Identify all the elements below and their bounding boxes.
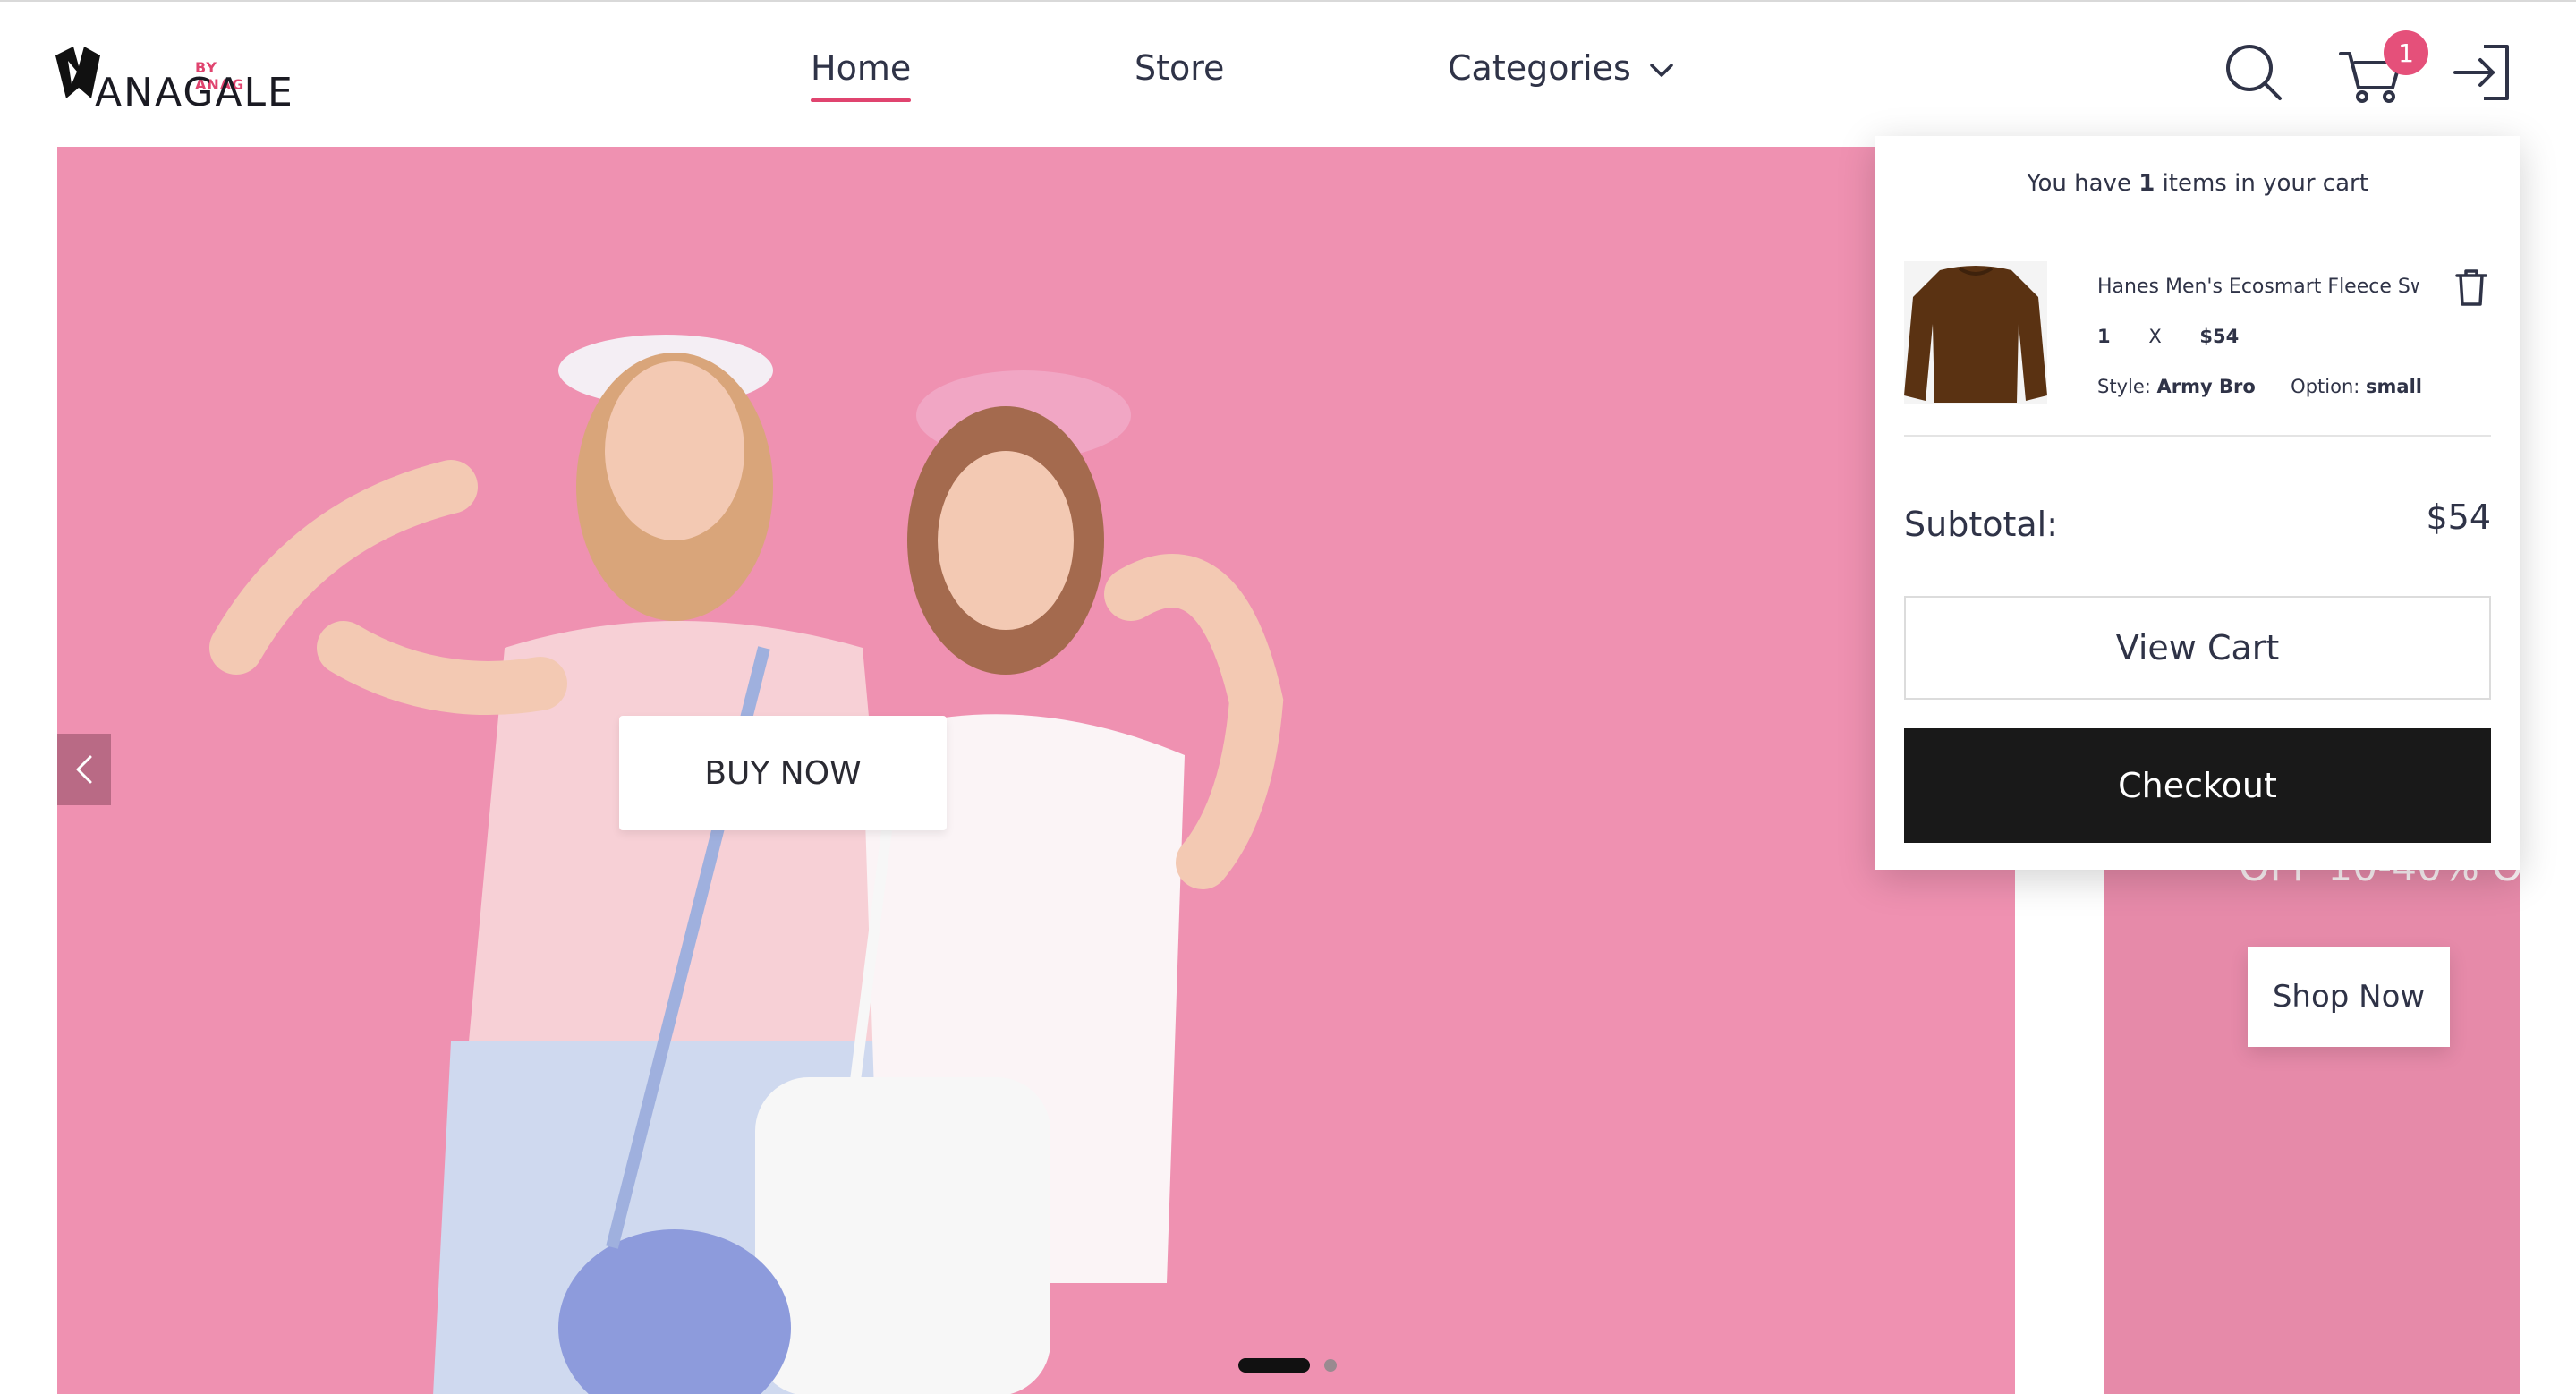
hero-image xyxy=(57,147,2015,1394)
nav-categories-dropdown[interactable]: Categories xyxy=(1448,48,1674,88)
cart-summary-prefix: You have xyxy=(2027,170,2131,197)
page: BY ANAG ANAGALE Home Store Categories 1 … xyxy=(0,0,2576,1394)
product-thumbnail[interactable] xyxy=(1904,261,2047,404)
hero-carousel: BUY NOW xyxy=(57,147,2015,1394)
cart-button[interactable]: 1 xyxy=(2337,30,2428,106)
login-icon xyxy=(2453,45,2509,100)
checkout-button[interactable]: Checkout xyxy=(1904,728,2491,843)
site-header: BY ANAG ANAGALE Home Store Categories 1 xyxy=(0,2,2576,145)
nav-home-label: Home xyxy=(811,48,912,88)
cart-item-qty: 1 xyxy=(2097,326,2111,347)
option-label: Option: xyxy=(2291,376,2360,397)
cart-summary-count: 1 xyxy=(2138,170,2155,197)
cart-item-price: $54 xyxy=(2199,326,2240,347)
cart-dropdown: You have 1 items in your cart Hanes Men'… xyxy=(1875,136,2520,870)
buy-now-button[interactable]: BUY NOW xyxy=(619,716,947,830)
carousel-prev-button[interactable] xyxy=(57,734,111,805)
subtotal-value: $54 xyxy=(2426,497,2491,537)
cart-summary-suffix: items in your cart xyxy=(2162,170,2368,197)
brand-logo[interactable]: BY ANAG ANAGALE xyxy=(55,38,293,118)
style-value: Army Bro xyxy=(2156,376,2256,397)
nav-categories-label: Categories xyxy=(1448,48,1631,88)
carousel-dot[interactable] xyxy=(1324,1359,1337,1372)
cart-item: Hanes Men's Ecosmart Fleece Sw 1 X $54 S… xyxy=(1904,261,2491,422)
carousel-dot-active[interactable] xyxy=(1238,1358,1310,1373)
cart-divider xyxy=(1904,435,2491,437)
subtotal-label: Subtotal: xyxy=(1904,505,2059,544)
view-cart-button[interactable]: View Cart xyxy=(1904,596,2491,700)
option-value: small xyxy=(2366,376,2422,397)
shop-now-button[interactable]: Shop Now xyxy=(2248,947,2450,1047)
style-label: Style: xyxy=(2097,376,2151,397)
chevron-left-icon xyxy=(76,755,92,784)
cart-item-quantity-line: 1 X $54 xyxy=(2097,326,2239,347)
brand-wordmark: ANAGALE xyxy=(95,70,294,115)
cart-summary: You have 1 items in your cart xyxy=(1875,170,2520,197)
nav-active-underline xyxy=(811,98,912,102)
trash-icon xyxy=(2455,269,2487,306)
search-button[interactable] xyxy=(2223,41,2285,104)
nav-store-link[interactable]: Store xyxy=(1135,48,1224,88)
login-button[interactable] xyxy=(2452,41,2514,104)
remove-item-button[interactable] xyxy=(2453,268,2489,308)
cart-item-name[interactable]: Hanes Men's Ecosmart Fleece Sw xyxy=(2097,276,2419,298)
nav-store-label: Store xyxy=(1135,48,1225,88)
cart-item-times: X xyxy=(2148,326,2162,347)
nav-home-link[interactable]: Home xyxy=(811,48,912,102)
cart-count-badge: 1 xyxy=(2384,30,2428,75)
cart-item-options: Style: Army Bro Option: small xyxy=(2097,376,2422,397)
chevron-down-icon xyxy=(1650,63,1673,77)
search-icon xyxy=(2226,45,2282,100)
